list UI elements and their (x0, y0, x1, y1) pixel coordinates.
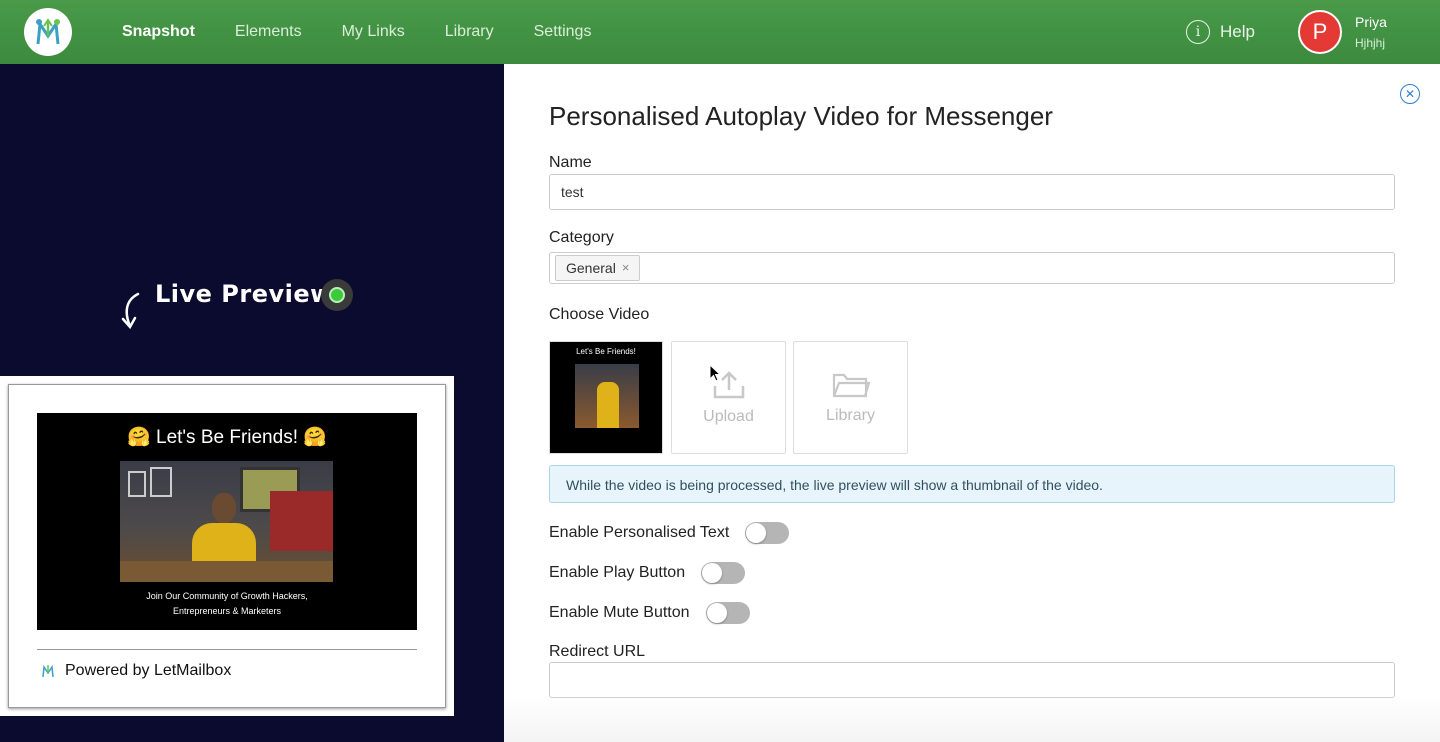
preview-card: 🤗 Let's Be Friends! 🤗 Join Our Community… (0, 376, 454, 716)
letmailbox-logo[interactable] (24, 8, 72, 56)
preview-area: Live Preview 🤗 Let's Be Friends! 🤗 Join … (0, 64, 504, 742)
top-navbar: Snapshot Elements My Links Library Setti… (0, 0, 1440, 64)
nav-elements[interactable]: Elements (235, 23, 302, 41)
help-label: Help (1220, 22, 1255, 41)
scroll-fade (504, 694, 1440, 742)
video-caption: Join Our Community of Growth Hackers, En… (146, 591, 308, 616)
user-name[interactable]: Priya (1355, 14, 1387, 30)
upload-button[interactable]: Upload (671, 341, 786, 454)
close-icon[interactable]: ✕ (1400, 84, 1420, 104)
settings-panel: ✕ Personalised Autoplay Video for Messen… (504, 64, 1440, 742)
name-label: Name (549, 154, 592, 171)
redirect-url-label: Redirect URL (549, 643, 646, 660)
folder-icon (832, 373, 870, 397)
category-label: Category (549, 229, 614, 246)
personalised-text-toggle[interactable] (745, 522, 790, 544)
mute-button-toggle[interactable] (705, 602, 750, 624)
toggle-play-button-row: Enable Play Button (549, 562, 746, 584)
toggle-mute-button-row: Enable Mute Button (549, 602, 750, 624)
nav-my-links[interactable]: My Links (342, 23, 405, 41)
live-indicator (321, 279, 353, 311)
info-icon: i (1186, 20, 1210, 44)
toggle-personalised-text-row: Enable Personalised Text (549, 522, 790, 544)
logo-small-icon (42, 664, 54, 678)
play-button-toggle[interactable] (701, 562, 746, 584)
nav-settings[interactable]: Settings (534, 23, 592, 41)
live-preview-label: Live Preview (155, 280, 333, 308)
divider (37, 649, 417, 650)
user-avatar[interactable]: P (1298, 10, 1342, 54)
video-frame (120, 461, 333, 582)
hug-emoji-icon: 🤗 (127, 427, 151, 448)
name-input[interactable]: test (549, 174, 1395, 210)
video-thumbnail[interactable]: Let's Be Friends! (549, 341, 663, 454)
mouse-cursor-icon (709, 363, 722, 387)
choose-video-label: Choose Video (549, 306, 650, 323)
hug-emoji-icon: 🤗 (303, 427, 327, 448)
library-button[interactable]: Library (793, 341, 908, 454)
curved-arrow-icon (118, 290, 144, 335)
powered-by: Powered by LetMailbox (39, 662, 231, 680)
nav-snapshot[interactable]: Snapshot (122, 23, 195, 41)
preview-video[interactable]: 🤗 Let's Be Friends! 🤗 Join Our Community… (37, 413, 417, 630)
processing-info: While the video is being processed, the … (549, 465, 1395, 503)
redirect-url-input[interactable] (549, 662, 1395, 698)
video-title: 🤗 Let's Be Friends! 🤗 (127, 427, 327, 448)
category-tag: General × (555, 255, 641, 281)
main-nav: Snapshot Elements My Links Library Setti… (122, 0, 591, 64)
help-link[interactable]: i Help (1186, 20, 1255, 44)
category-select[interactable] (549, 252, 1395, 284)
panel-title: Personalised Autoplay Video for Messenge… (549, 101, 1053, 131)
remove-tag-icon[interactable]: × (622, 256, 630, 280)
logo-icon (36, 18, 60, 45)
user-subtitle: Hjhjhj (1355, 36, 1386, 50)
preview-message: 🤗 Let's Be Friends! 🤗 Join Our Community… (8, 384, 446, 708)
nav-library[interactable]: Library (445, 23, 494, 41)
